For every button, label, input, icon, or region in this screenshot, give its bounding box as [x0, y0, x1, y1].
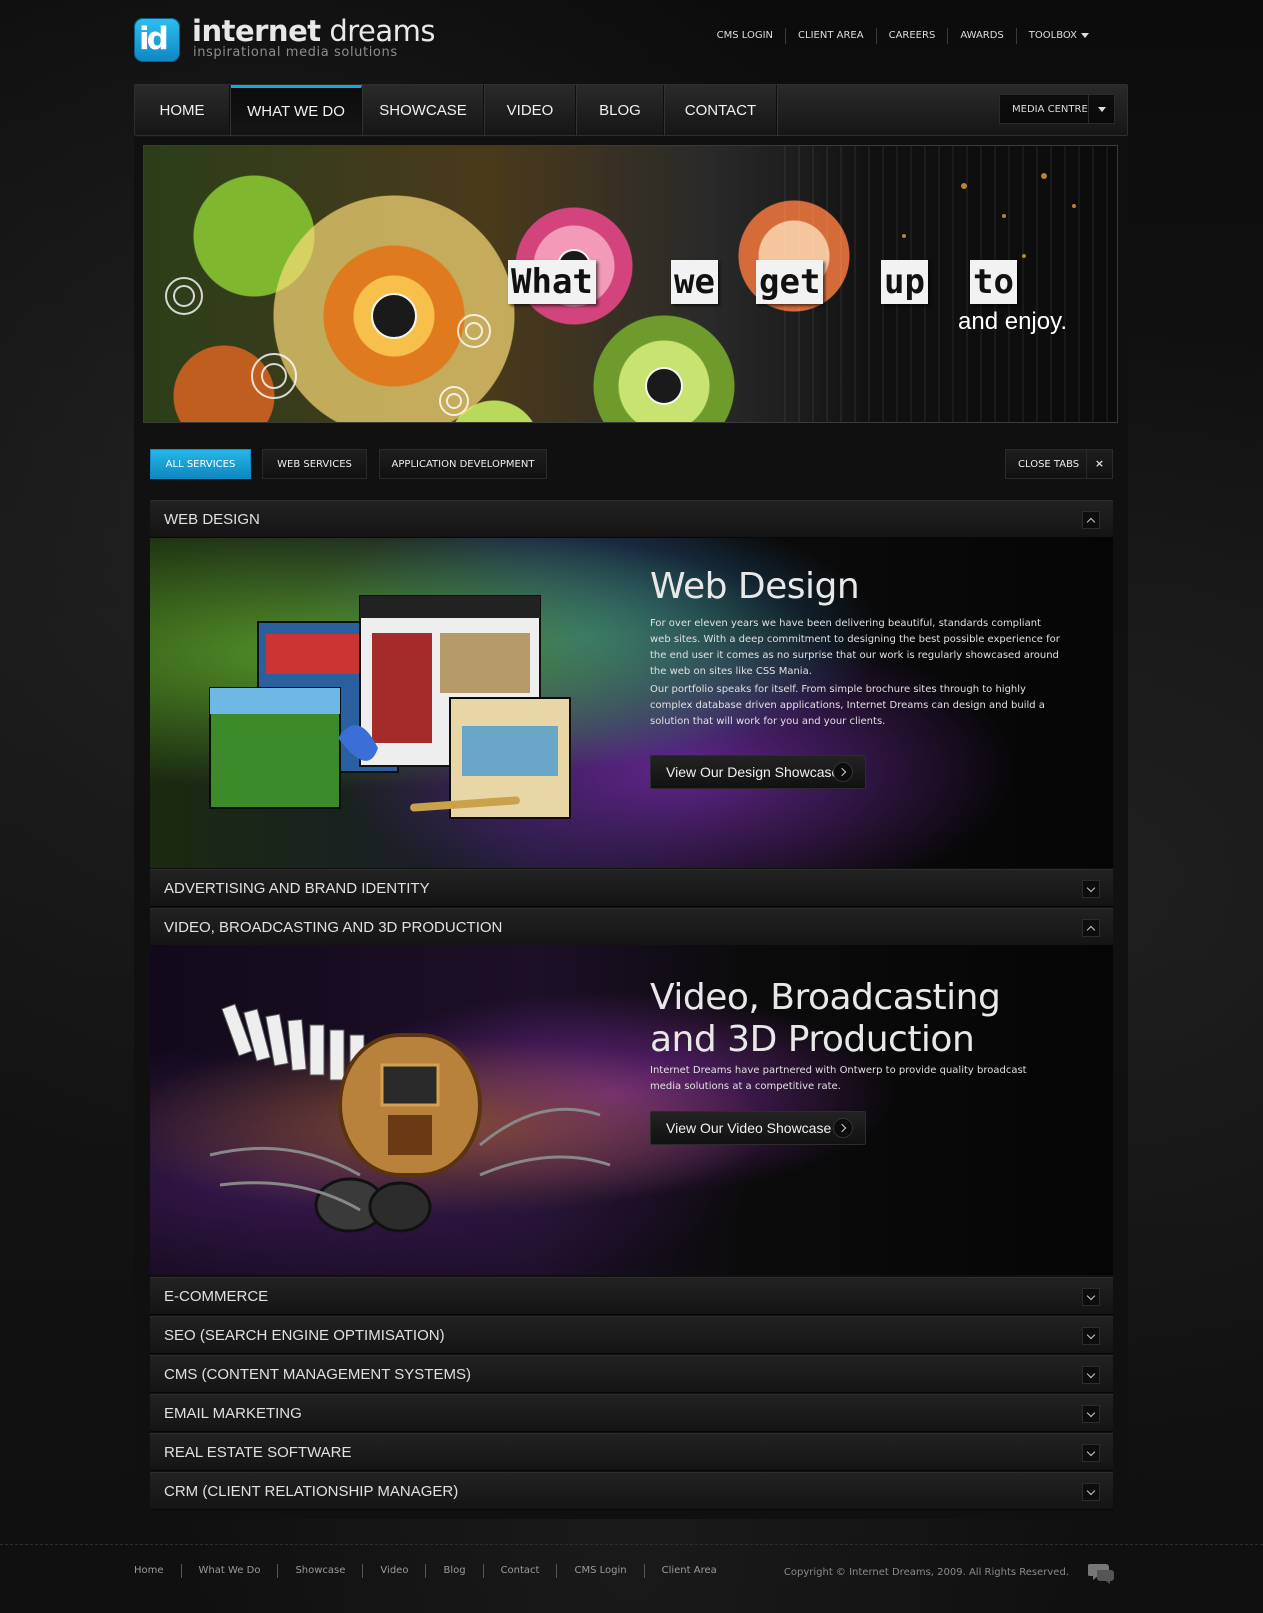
nav-video[interactable]: VIDEO — [485, 85, 576, 135]
web-design-artwork — [209, 595, 571, 819]
accordion-advertising[interactable]: ADVERTISING AND BRAND IDENTITY — [150, 869, 1113, 907]
chevron-down-icon[interactable] — [1082, 1366, 1100, 1384]
chevron-down-icon[interactable] — [1082, 1444, 1100, 1462]
accordion-title: SEO (SEARCH ENGINE OPTIMISATION) — [164, 1327, 445, 1344]
accordion-e-commerce[interactable]: E-COMMERCE — [150, 1277, 1113, 1315]
close-tabs-button[interactable]: CLOSE TABS × — [1005, 449, 1113, 479]
video-showcase-label: View Our Video Showcase — [666, 1120, 832, 1136]
web-design-panel: Web Design For over eleven years we have… — [150, 538, 1113, 868]
video-showcase-button[interactable]: View Our Video Showcase — [650, 1111, 866, 1145]
web-design-para-1: For over eleven years we have been deliv… — [650, 618, 1060, 677]
close-icon: × — [1086, 450, 1112, 478]
chevron-down-icon — [1088, 95, 1114, 123]
chat-bubble-icon[interactable] — [1088, 1562, 1114, 1584]
tab-application-development[interactable]: APPLICATION DEVELOPMENT — [379, 449, 547, 479]
accordion-email-marketing[interactable]: EMAIL MARKETING — [150, 1394, 1113, 1432]
footer-link-blog[interactable]: Blog — [425, 1564, 482, 1578]
caret-down-icon — [1081, 32, 1089, 38]
accordion-video[interactable]: VIDEO, BROADCASTING AND 3D PRODUCTION — [150, 908, 1113, 946]
arrow-right-icon — [833, 762, 853, 782]
hero-banner: What we get up to and enjoy. — [143, 145, 1118, 423]
accordion-title: E-COMMERCE — [164, 1288, 269, 1305]
media-centre-dropdown[interactable]: MEDIA CENTRE — [999, 94, 1115, 124]
chevron-down-icon[interactable] — [1082, 1405, 1100, 1423]
nav-what-we-do[interactable]: WHAT WE DO — [231, 85, 362, 135]
chevron-down-icon[interactable] — [1082, 880, 1100, 898]
chevron-down-icon[interactable] — [1082, 1288, 1100, 1306]
logo-tagline: inspirational media solutions — [193, 45, 398, 60]
toolbox-label: TOOLBOX — [1028, 30, 1077, 41]
banner-subtitle: and enjoy. — [958, 308, 1067, 335]
chevron-down-icon[interactable] — [1082, 1483, 1100, 1501]
util-link-awards[interactable]: AWARDS — [947, 28, 1015, 44]
video-panel: Video, Broadcasting and 3D Production In… — [150, 945, 1113, 1275]
close-tabs-label: CLOSE TABS — [1018, 459, 1080, 470]
util-link-client-area[interactable]: CLIENT AREA — [785, 28, 876, 44]
video-para-1: Internet Dreams have partnered with Ontw… — [650, 1065, 1027, 1092]
footer-divider — [0, 1544, 1263, 1545]
accordion-title: ADVERTISING AND BRAND IDENTITY — [164, 880, 430, 897]
video-artwork — [209, 1003, 611, 1233]
chevron-down-icon[interactable] — [1082, 1327, 1100, 1345]
footer-link-contact[interactable]: Contact — [482, 1564, 557, 1578]
accordion-title: REAL ESTATE SOFTWARE — [164, 1444, 352, 1461]
nav-contact[interactable]: CONTACT — [665, 85, 777, 135]
util-link-careers[interactable]: CAREERS — [875, 28, 948, 44]
accordion-title: CMS (CONTENT MANAGEMENT SYSTEMS) — [164, 1366, 471, 1383]
accordion-seo[interactable]: SEO (SEARCH ENGINE OPTIMISATION) — [150, 1316, 1113, 1354]
footer-link-client-area[interactable]: Client Area — [643, 1564, 734, 1578]
nav-home[interactable]: HOME — [135, 85, 230, 135]
accordion-crm[interactable]: CRM (CLIENT RELATIONSHIP MANAGER) — [150, 1472, 1113, 1510]
media-centre-label: MEDIA CENTRE — [1012, 104, 1088, 115]
accordion-title: WEB DESIGN — [164, 511, 260, 528]
accordion-web-design[interactable]: WEB DESIGN — [150, 500, 1113, 538]
footer-nav: Home What We Do Showcase Video Blog Cont… — [134, 1564, 734, 1578]
banner-word-3: get — [756, 260, 824, 304]
chevron-up-icon[interactable] — [1082, 919, 1100, 937]
logo-title[interactable]: internet dreams — [192, 14, 436, 48]
banner-word-4: up — [881, 260, 928, 304]
footer-link-cms-login[interactable]: CMS Login — [556, 1564, 643, 1578]
accordion-title: VIDEO, BROADCASTING AND 3D PRODUCTION — [164, 919, 503, 936]
accordion-cms[interactable]: CMS (CONTENT MANAGEMENT SYSTEMS) — [150, 1355, 1113, 1393]
footer-link-home[interactable]: Home — [134, 1564, 181, 1578]
accordion-real-estate[interactable]: REAL ESTATE SOFTWARE — [150, 1433, 1113, 1471]
utility-nav: CMS LOGIN CLIENT AREA CAREERS AWARDS TOO… — [705, 28, 1101, 44]
arrow-right-icon — [833, 1118, 853, 1138]
web-design-heading: Web Design — [650, 566, 860, 607]
copyright-text: Copyright © Internet Dreams, 2009. All R… — [783, 1567, 1069, 1578]
design-showcase-button[interactable]: View Our Design Showcase — [650, 755, 866, 789]
footer-link-showcase[interactable]: Showcase — [277, 1564, 362, 1578]
banner-word-2: we — [671, 260, 718, 304]
banner-word-1: What — [508, 260, 596, 304]
nav-blog[interactable]: BLOG — [577, 85, 664, 135]
video-heading-line-1: Video, Broadcasting — [650, 977, 1001, 1018]
util-link-toolbox[interactable]: TOOLBOX — [1015, 28, 1101, 44]
accordion-title: CRM (CLIENT RELATIONSHIP MANAGER) — [164, 1483, 459, 1500]
tab-all-services[interactable]: ALL SERVICES — [150, 449, 251, 479]
logo-mark[interactable]: id — [134, 18, 180, 62]
tab-web-services[interactable]: WEB SERVICES — [262, 449, 367, 479]
banner-word-5: to — [970, 260, 1017, 304]
util-link-cms-login[interactable]: CMS LOGIN — [705, 28, 785, 44]
nav-showcase[interactable]: SHOWCASE — [363, 85, 484, 135]
footer-link-what-we-do[interactable]: What We Do — [180, 1564, 278, 1578]
video-heading-line-2: and 3D Production — [650, 1019, 975, 1060]
footer-link-video[interactable]: Video — [362, 1564, 425, 1578]
design-showcase-label: View Our Design Showcase — [666, 764, 840, 780]
chevron-up-icon[interactable] — [1082, 511, 1100, 529]
web-design-para-2: Our portfolio speaks for itself. From si… — [650, 684, 1045, 727]
main-nav: HOME WHAT WE DO SHOWCASE VIDEO BLOG CONT… — [134, 84, 1128, 136]
accordion-title: EMAIL MARKETING — [164, 1405, 302, 1422]
